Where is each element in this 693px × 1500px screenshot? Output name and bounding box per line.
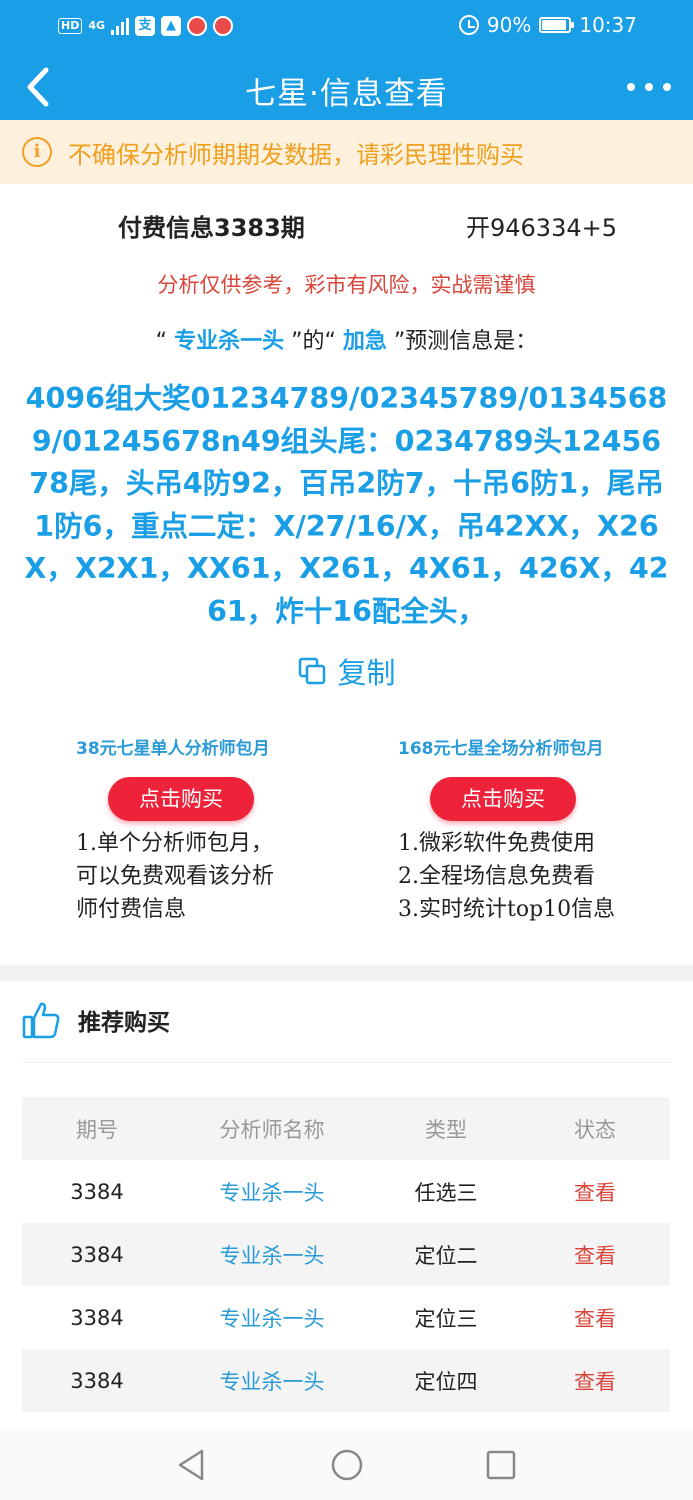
period-cell: 3384 — [70, 1368, 124, 1393]
view-link[interactable]: 查看 — [520, 1240, 670, 1270]
recommend-header: 推荐购买 — [22, 1000, 170, 1040]
battery-icon — [539, 17, 575, 33]
package-desc-line: 1.微彩软件免费使用 — [398, 831, 595, 856]
buy-button[interactable]: 点击购买 — [108, 777, 254, 821]
copy-label: 复制 — [337, 656, 396, 690]
table-row: 3384 专业杀一头 任选三 查看 — [22, 1160, 670, 1223]
nav-bar: 七星·信息查看 — [0, 54, 693, 120]
alipay-icon: 支 — [135, 16, 156, 36]
period-cell: 3384 — [70, 1305, 124, 1330]
battery-percent: 90% — [486, 13, 532, 37]
app-notification-icon-2 — [213, 16, 234, 36]
package-desc-line: 2.全程场信息免费看 — [398, 864, 595, 889]
status-left: HD 4G 支 ▲ — [58, 16, 234, 36]
package-title: 38元七星单人分析师包月 — [76, 739, 270, 759]
more-button[interactable] — [627, 72, 671, 102]
column-header: 分析师名称 — [219, 1117, 325, 1142]
quote-open: “ — [155, 329, 168, 354]
network-badge: 4G — [88, 19, 106, 32]
package-desc-line: 可以免费观看该分析 — [76, 864, 275, 889]
thumbs-up-icon — [22, 1002, 60, 1039]
analyst-link[interactable]: 专业杀一头 — [172, 1366, 372, 1396]
buy-button[interactable]: 点击购买 — [430, 777, 576, 821]
type-cell: 定位二 — [414, 1243, 478, 1268]
photo-app-icon: ▲ — [161, 16, 182, 36]
type-cell: 任选三 — [414, 1180, 478, 1205]
recommend-title: 推荐购买 — [78, 1010, 170, 1036]
hd-badge: HD — [58, 18, 83, 34]
more-dot-icon — [663, 83, 671, 91]
table-row: 3384 专业杀一头 定位二 查看 — [22, 1223, 670, 1286]
view-link[interactable]: 查看 — [520, 1303, 670, 1333]
column-header: 状态 — [574, 1117, 616, 1142]
table-header: 期号 分析师名称 类型 状态 — [22, 1097, 670, 1160]
category-label: 加急 — [342, 329, 387, 354]
package-title: 168元七星全场分析师包月 — [398, 739, 604, 759]
analyst-link[interactable]: 专业杀一头 — [172, 1240, 372, 1270]
section-separator — [0, 965, 693, 981]
column-header: 期号 — [76, 1117, 118, 1142]
page-title: 七星·信息查看 — [245, 76, 448, 112]
package-all: 168元七星全场分析师包月 点击购买 1.微彩软件免费使用 2.全程场信息免费看… — [398, 734, 658, 926]
prediction-intro: “ 专业杀一头 ”的“ 加急 ”预测信息是： — [0, 323, 693, 355]
divider — [22, 1062, 671, 1063]
analyst-link[interactable]: 专业杀一头 — [172, 1303, 372, 1333]
risk-warning: 分析仅供参考，彩市有风险，实战需谨慎 — [0, 269, 693, 299]
predict-mid: ”的“ — [291, 329, 336, 354]
more-dot-icon — [645, 83, 653, 91]
package-desc-line: 师付费信息 — [76, 897, 187, 922]
view-link[interactable]: 查看 — [520, 1177, 670, 1207]
table-row: 3384 专业杀一头 定位四 查看 — [22, 1349, 670, 1412]
package-single: 38元七星单人分析师包月 点击购买 1.单个分析师包月， 可以免费观看该分析 师… — [76, 734, 336, 926]
package-description: 1.微彩软件免费使用 2.全程场信息免费看 3.实时统计top10信息 — [398, 827, 658, 926]
signal-icon — [111, 17, 130, 35]
info-icon: i — [22, 137, 52, 167]
copy-button[interactable]: 复制 — [0, 650, 693, 692]
system-home-icon[interactable] — [327, 1445, 367, 1485]
system-nav-bar — [0, 1430, 693, 1500]
package-description: 1.单个分析师包月， 可以免费观看该分析 师付费信息 — [76, 827, 336, 926]
recommend-table: 期号 分析师名称 类型 状态 3384 专业杀一头 任选三 查看 3384 专业… — [22, 1097, 670, 1412]
copy-icon — [299, 657, 326, 685]
app-notification-icon — [187, 16, 208, 36]
analyst-name: 专业杀一头 — [174, 329, 285, 354]
more-dot-icon — [627, 83, 635, 91]
status-bar: HD 4G 支 ▲ 90% 10:37 — [0, 0, 693, 54]
period-cell: 3384 — [70, 1242, 124, 1267]
battery-fill — [542, 20, 566, 30]
package-desc-line: 3.实时统计top10信息 — [398, 897, 616, 922]
prediction-content: 4096组大奖01234789/02345789/01345689/012456… — [24, 382, 669, 628]
package-desc-line: 1.单个分析师包月， — [76, 831, 273, 856]
draw-result: 开946334+5 — [466, 214, 617, 242]
view-link[interactable]: 查看 — [520, 1366, 670, 1396]
system-recent-apps-icon[interactable] — [481, 1445, 521, 1485]
period-label: 付费信息3383期 — [118, 214, 305, 242]
clock: 10:37 — [579, 13, 637, 37]
period-cell: 3384 — [70, 1179, 124, 1204]
type-cell: 定位三 — [414, 1306, 478, 1331]
system-back-icon[interactable] — [172, 1445, 212, 1485]
status-right: 90% 10:37 — [458, 13, 637, 37]
table-row: 3384 专业杀一头 定位三 查看 — [22, 1286, 670, 1349]
notice-bar: i 不确保分析师期期发数据，请彩民理性购买 — [0, 120, 693, 184]
info-header: 付费信息3383期 开946334+5 — [0, 208, 693, 248]
predict-suffix: ”预测信息是： — [393, 329, 538, 354]
analyst-link[interactable]: 专业杀一头 — [172, 1177, 372, 1207]
alarm-icon — [458, 15, 479, 35]
notice-text: 不确保分析师期期发数据，请彩民理性购买 — [68, 140, 524, 169]
column-header: 类型 — [425, 1117, 467, 1142]
type-cell: 定位四 — [414, 1369, 478, 1394]
